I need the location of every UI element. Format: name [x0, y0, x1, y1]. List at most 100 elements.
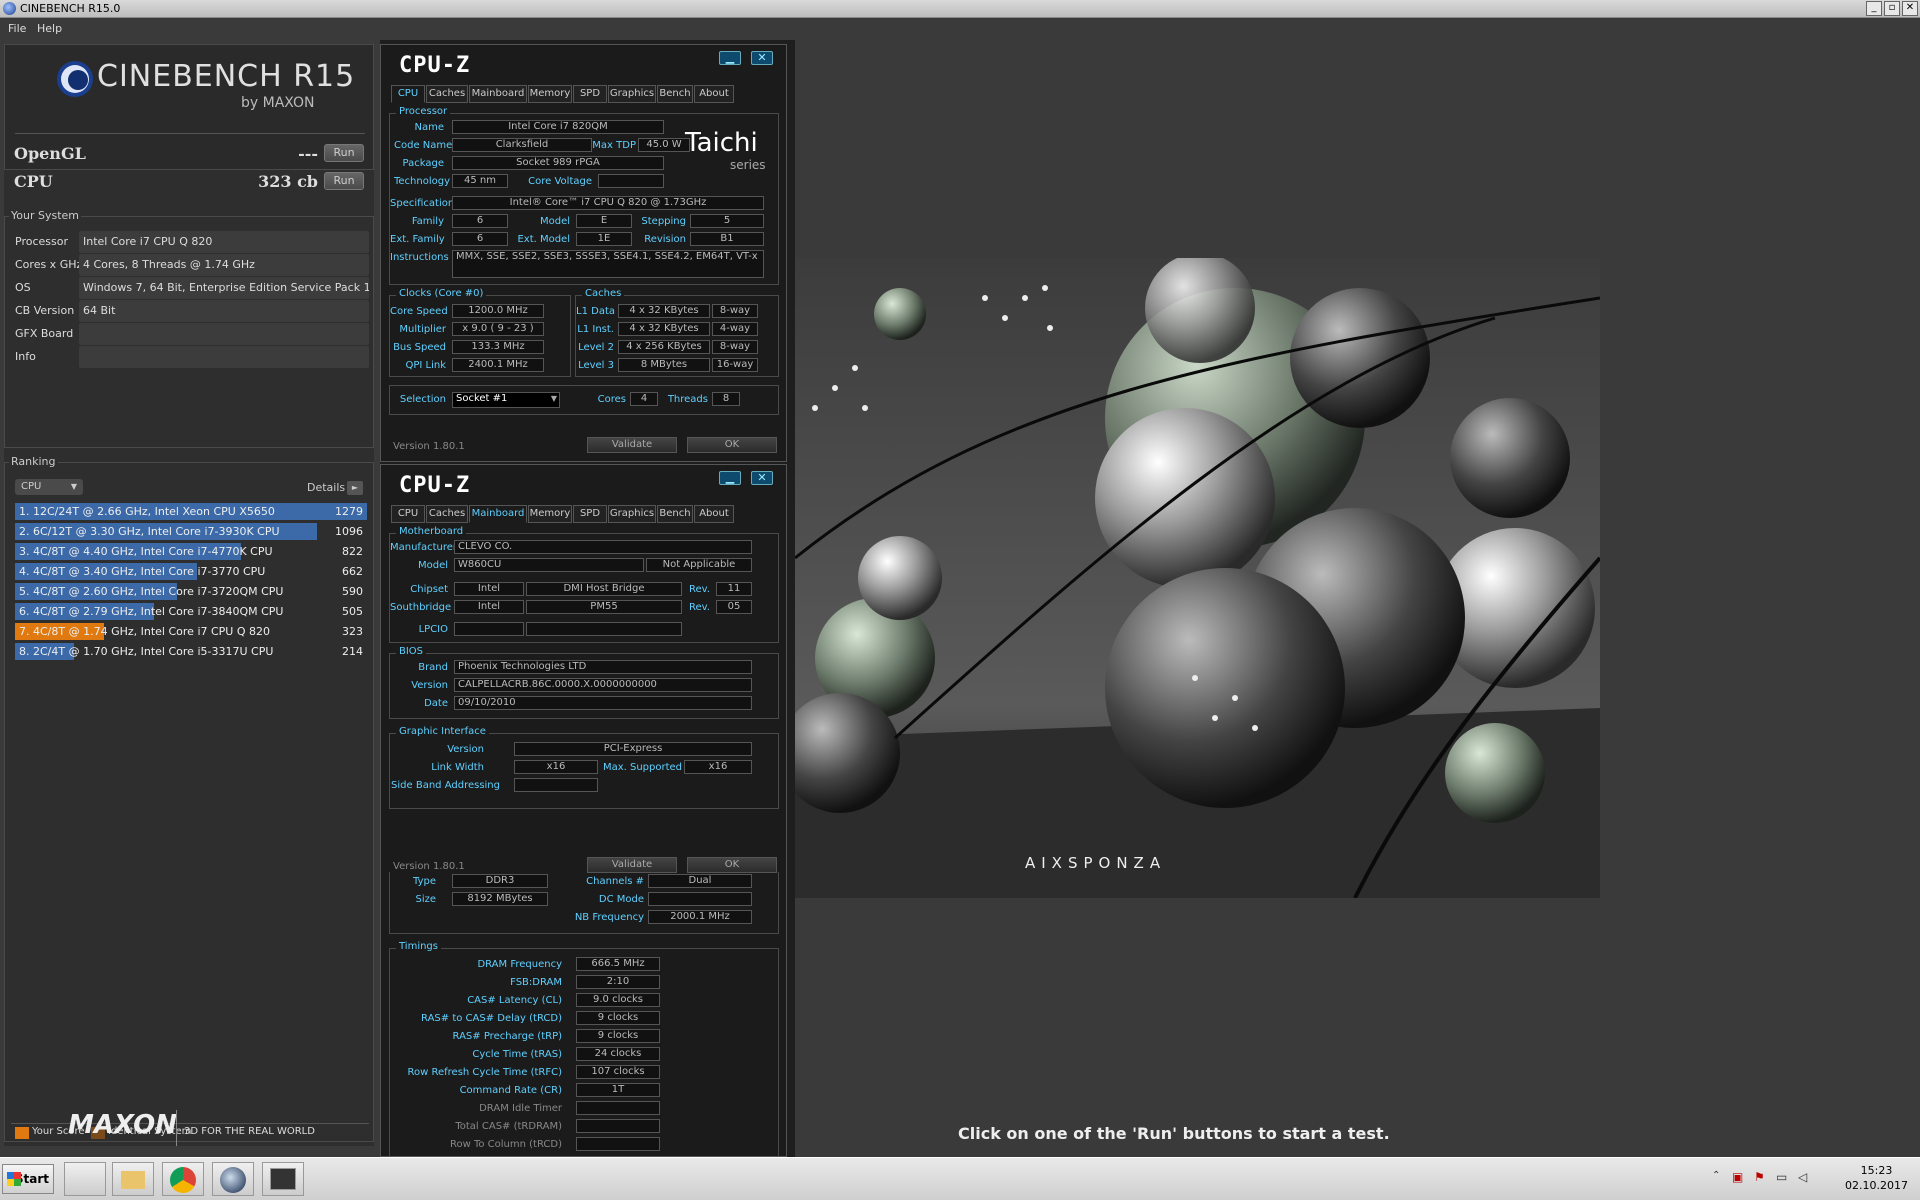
tab-bench[interactable]: Bench [657, 505, 693, 523]
cores-field: 4 [630, 392, 658, 406]
ranking-row[interactable]: 3. 4C/8T @ 4.40 GHz, Intel Core i7-4770K… [15, 543, 367, 560]
tab-bench[interactable]: Bench [657, 85, 693, 103]
motherboard-title: Motherboard [396, 526, 467, 537]
maxsupported-label: Max. Supported [602, 762, 682, 773]
opengl-run-button[interactable]: Run [324, 144, 364, 162]
control-panel-taskbar-icon[interactable] [64, 1162, 106, 1196]
system-label-3: CB Version [15, 304, 75, 317]
validate-button[interactable]: Validate [587, 437, 677, 453]
multiplier-label: Multiplier [399, 324, 446, 335]
tray-expand-icon[interactable]: ⌃ [1712, 1170, 1720, 1181]
nbfreq-field: 2000.1 MHz [648, 910, 752, 924]
l1d-field: 4 x 32 KBytes [618, 304, 710, 318]
tab-caches[interactable]: Caches [426, 85, 468, 103]
cpuz-minimize-button[interactable]: ▁ [719, 51, 741, 65]
timing-label: RAS# Precharge (tRP) [452, 1031, 562, 1042]
maximize-button[interactable]: ▫ [1884, 1, 1900, 16]
timing-label: DRAM Idle Timer [479, 1103, 562, 1114]
cpuz-close-button[interactable]: ✕ [751, 51, 773, 65]
timing-value: 24 clocks [576, 1047, 660, 1061]
cpuz-taskbar-icon[interactable] [262, 1162, 304, 1196]
ranking-row[interactable]: 6. 4C/8T @ 2.79 GHz, Intel Core i7-3840Q… [15, 603, 367, 620]
timing-label: DRAM Frequency [477, 959, 562, 970]
cpuz-window-memory: Type DDR3 Channels # Dual Size 8192 MByt… [380, 872, 787, 1158]
tab-about[interactable]: About [694, 505, 734, 523]
ranking-row[interactable]: 1. 12C/24T @ 2.66 GHz, Intel Xeon CPU X5… [15, 503, 367, 520]
tab-spd[interactable]: SPD [573, 85, 607, 103]
maxon-logo: MAXON [68, 1110, 177, 1140]
ranking-type-select[interactable]: CPU ▼ [15, 479, 83, 495]
processor-group: Processor Name Intel Core i7 820QM Code … [389, 106, 779, 285]
volume-icon[interactable]: ◁ [1798, 1170, 1807, 1184]
minimize-button[interactable]: _ [1866, 1, 1882, 16]
threads-label: Threads [667, 394, 708, 405]
ok-button[interactable]: OK [687, 857, 777, 873]
ranking-row[interactable]: 5. 4C/8T @ 2.60 GHz, Intel Core i7-3720Q… [15, 583, 367, 600]
stepping-field: 5 [690, 214, 764, 228]
system-value-3: 64 Bit [79, 300, 369, 322]
multiplier-field: x 9.0 ( 9 - 23 ) [452, 322, 544, 336]
graphic-interface-group: Graphic Interface Version PCI-Express Li… [389, 726, 779, 809]
ranking-score: 590 [342, 585, 363, 598]
tab-about[interactable]: About [694, 85, 734, 103]
linkwidth-label: Link Width [431, 762, 484, 773]
divider [15, 133, 365, 134]
start-button[interactable]: Start [2, 1164, 54, 1194]
menu-file[interactable]: File [8, 22, 26, 35]
taichi-series-label: series [730, 158, 766, 172]
cinebench-logo-icon [57, 61, 93, 97]
chrome-taskbar-icon[interactable] [162, 1162, 204, 1196]
timing-label: RAS# to CAS# Delay (tRCD) [421, 1013, 562, 1024]
explorer-taskbar-icon[interactable] [112, 1162, 154, 1196]
ranking-row[interactable]: 2. 6C/12T @ 3.30 GHz, Intel Core i7-3930… [15, 523, 367, 540]
cpuz-version: Version 1.80.1 [393, 861, 465, 872]
model-field: E [576, 214, 632, 228]
action-center-icon[interactable]: ⚑ [1754, 1170, 1765, 1184]
cpuz-version: Version 1.80.1 [393, 441, 465, 452]
tab-graphics[interactable]: Graphics [608, 85, 656, 103]
tab-mainboard[interactable]: Mainboard [469, 505, 527, 523]
ranking-row[interactable]: 8. 2C/4T @ 1.70 GHz, Intel Core i5-3317U… [15, 643, 367, 660]
tab-memory[interactable]: Memory [528, 505, 572, 523]
timing-label: Command Rate (CR) [459, 1085, 562, 1096]
bios-group: BIOS Brand Phoenix Technologies LTD Vers… [389, 646, 779, 719]
cpuz-close-button[interactable]: ✕ [751, 471, 773, 485]
socket-select[interactable]: Socket #1 ▼ [452, 392, 560, 408]
tab-mainboard[interactable]: Mainboard [469, 85, 527, 103]
clock[interactable]: 15:23 02.10.2017 [1845, 1163, 1908, 1193]
caches-group: Caches L1 Data 4 x 32 KBytes 8-way L1 In… [575, 288, 779, 377]
tab-cpu[interactable]: CPU [391, 505, 425, 523]
network-icon[interactable]: ▣ [1732, 1170, 1743, 1184]
corevoltage-field [598, 174, 664, 188]
cpu-score: 323 cb [258, 172, 318, 191]
cinebench-taskbar-icon[interactable] [212, 1162, 254, 1196]
southbridge-label: Southbridge [390, 602, 452, 613]
power-icon[interactable]: ▭ [1776, 1170, 1787, 1184]
system-label-2: OS [15, 281, 31, 294]
details-arrow-icon[interactable]: ► [347, 481, 363, 495]
ranking-score: 662 [342, 565, 363, 578]
menu-help[interactable]: Help [37, 22, 62, 35]
ranking-title: Ranking [9, 455, 58, 468]
ok-button[interactable]: OK [687, 437, 777, 453]
opengl-label: OpenGL [14, 144, 86, 163]
tab-graphics[interactable]: Graphics [608, 505, 656, 523]
system-value-5 [79, 346, 369, 368]
tab-caches[interactable]: Caches [426, 505, 468, 523]
tab-cpu[interactable]: CPU [391, 85, 425, 103]
cinebench-by-maxon: by MAXON [241, 95, 315, 111]
validate-button[interactable]: Validate [587, 857, 677, 873]
close-button[interactable]: ✕ [1902, 1, 1918, 16]
details-label: Details [307, 481, 346, 494]
family-field: 6 [452, 214, 508, 228]
render-image [795, 258, 1600, 898]
tab-spd[interactable]: SPD [573, 505, 607, 523]
mem-type-field: DDR3 [452, 874, 548, 888]
cpuz-minimize-button[interactable]: ▁ [719, 471, 741, 485]
model-label: Model [539, 216, 570, 227]
clock-time: 15:23 [1860, 1164, 1893, 1177]
tab-memory[interactable]: Memory [528, 85, 572, 103]
cpu-run-button[interactable]: Run [324, 172, 364, 190]
ranking-row[interactable]: 4. 4C/8T @ 3.40 GHz, Intel Core i7-3770 … [15, 563, 367, 580]
ranking-row[interactable]: 7. 4C/8T @ 1.74 GHz, Intel Core i7 CPU Q… [15, 623, 367, 640]
